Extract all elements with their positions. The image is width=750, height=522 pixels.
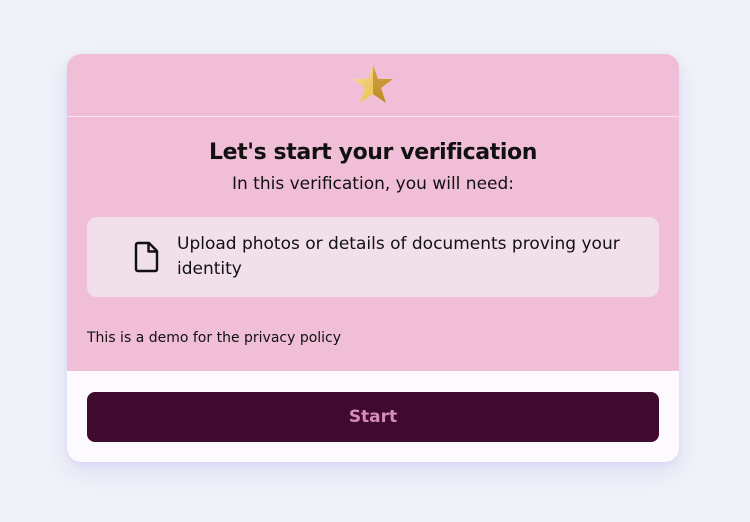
requirement-text: Upload photos or details of documents pr…	[177, 234, 620, 279]
privacy-policy-text: This is a demo for the privacy policy	[87, 330, 342, 346]
verification-card: Let's start your verification In this ve…	[67, 54, 679, 462]
card-footer: Start	[67, 371, 679, 462]
document-icon	[134, 241, 159, 273]
requirement-item: Upload photos or details of documents pr…	[87, 217, 659, 297]
card-header	[67, 54, 679, 117]
start-button[interactable]: Start	[87, 392, 659, 442]
page-title: Let's start your verification	[209, 140, 537, 165]
page-subtitle: In this verification, you will need:	[231, 174, 515, 194]
star-icon	[353, 64, 393, 103]
